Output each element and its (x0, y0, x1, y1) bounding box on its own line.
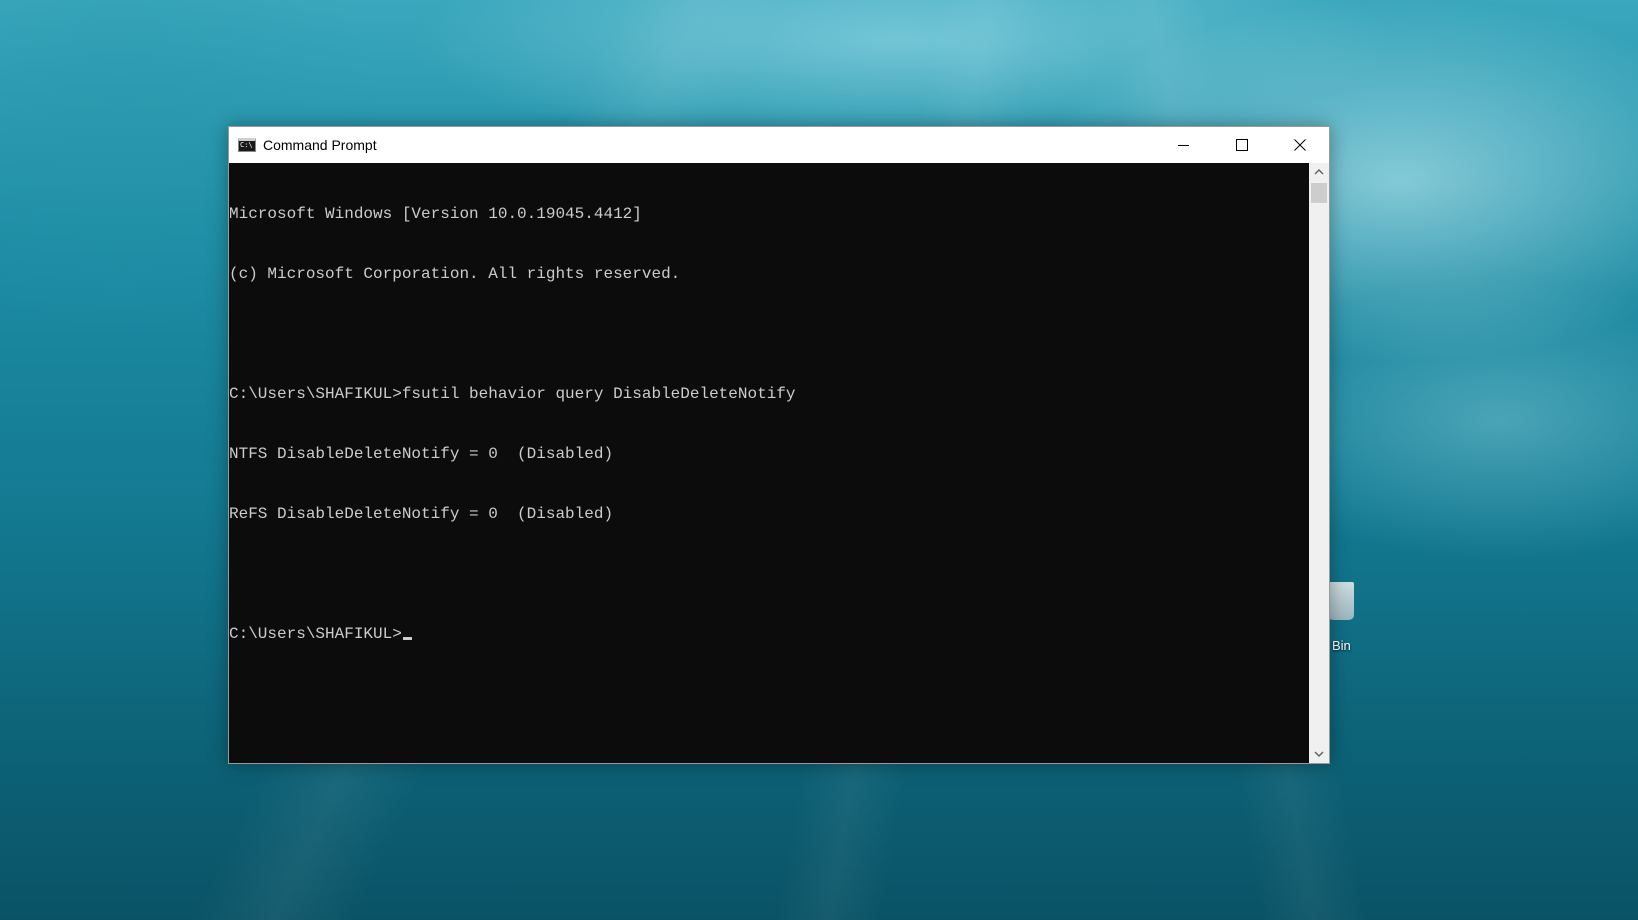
console-line: NTFS DisableDeleteNotify = 0 (Disabled) (229, 445, 614, 463)
title-bar[interactable]: Command Prompt (229, 127, 1329, 163)
minimize-button[interactable] (1155, 127, 1213, 163)
console-line: C:\Users\SHAFIKUL>fsutil behavior query … (229, 385, 796, 403)
console-output[interactable]: Microsoft Windows [Version 10.0.19045.44… (229, 163, 1309, 763)
console-line: Microsoft Windows [Version 10.0.19045.44… (229, 205, 642, 223)
text-cursor (402, 637, 412, 640)
scroll-up-button[interactable] (1309, 163, 1329, 181)
console-line: ReFS DisableDeleteNotify = 0 (Disabled) (229, 505, 614, 523)
close-button[interactable] (1271, 127, 1329, 163)
window-controls (1155, 127, 1329, 163)
prompt-text: C:\Users\SHAFIKUL> (229, 625, 402, 643)
maximize-button[interactable] (1213, 127, 1271, 163)
scrollbar-thumb[interactable] (1311, 183, 1327, 203)
prompt-line[interactable]: C:\Users\SHAFIKUL> (229, 624, 1309, 644)
recycle-bin-icon (1328, 582, 1354, 620)
scroll-down-button[interactable] (1309, 745, 1329, 763)
cmd-icon (238, 138, 256, 152)
command-prompt-window[interactable]: Command Prompt Microsoft Windows [Versi (228, 126, 1330, 764)
vertical-scrollbar[interactable] (1309, 163, 1329, 763)
maximize-icon (1236, 139, 1248, 151)
console-line: (c) Microsoft Corporation. All rights re… (229, 265, 681, 283)
minimize-icon (1178, 145, 1189, 146)
window-title: Command Prompt (263, 137, 377, 153)
chevron-up-icon (1314, 169, 1324, 175)
chevron-down-icon (1314, 751, 1324, 757)
close-icon (1294, 139, 1306, 151)
